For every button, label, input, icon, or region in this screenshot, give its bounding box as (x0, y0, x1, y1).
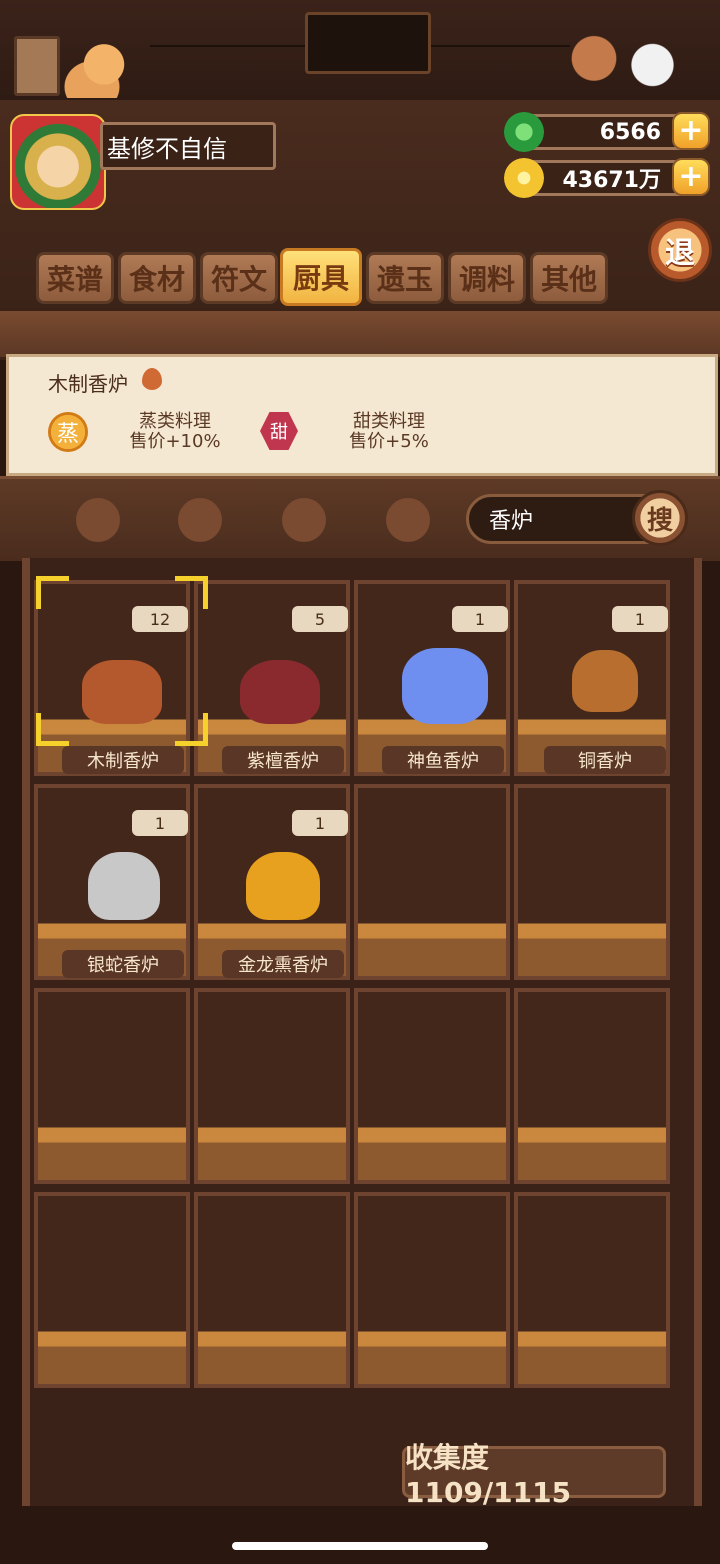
silver-snake-incense-burner-icon[interactable] (88, 852, 160, 920)
item-count: 1 (612, 606, 668, 632)
item-name: 木制香炉 (62, 746, 184, 774)
shelf-slot (34, 1192, 190, 1388)
rosewood-incense-burner-icon[interactable] (240, 660, 320, 724)
effect-bonus: 售价+5% (349, 431, 429, 452)
tab-others[interactable]: 其他 (530, 252, 608, 304)
hanging-scroll-icon (305, 12, 431, 74)
collection-progress: 收集度 1109/1115 (402, 1441, 666, 1509)
exit-button[interactable]: 退 (648, 218, 712, 282)
item-count: 1 (452, 606, 508, 632)
steam-effect: 蒸类料理 售价+10% (120, 412, 230, 452)
shelf-slot (354, 784, 510, 980)
effect-category: 蒸类料理 (139, 411, 211, 432)
copper-incense-burner-icon[interactable] (572, 650, 638, 712)
jade-icon (504, 112, 544, 152)
tab-recipes[interactable]: 菜谱 (36, 252, 114, 304)
effect-bonus: 售价+10% (129, 431, 221, 452)
coin-amount: 43671万 (562, 168, 661, 193)
pan-filter-icon[interactable] (282, 498, 326, 542)
shelf-slot (354, 988, 510, 1184)
shelf-slot (194, 1192, 350, 1388)
knife-filter-icon[interactable] (76, 498, 120, 542)
wooden-beam (0, 308, 720, 360)
flame-icon (142, 368, 162, 390)
tab-seasonings[interactable]: 调料 (448, 252, 526, 304)
steam-badge-icon: 蒸 (48, 412, 88, 452)
bag-filter-icon[interactable] (178, 498, 222, 542)
add-coins-button[interactable]: + (672, 158, 710, 196)
coin-icon (504, 158, 544, 198)
shelf-slot (354, 1192, 510, 1388)
player-name: 基修不自信 (100, 122, 276, 170)
item-count: 1 (292, 810, 348, 836)
flame-filter-icon[interactable] (386, 498, 430, 542)
item-detail-title: 木制香炉 (48, 372, 128, 396)
search-button[interactable]: 搜 (632, 490, 688, 546)
item-name: 神鱼香炉 (382, 746, 504, 774)
tab-cookware[interactable]: 厨具 (280, 248, 362, 306)
sweet-effect: 甜类料理 售价+5% (334, 412, 444, 452)
home-indicator[interactable] (232, 1542, 488, 1550)
item-name: 紫檀香炉 (222, 746, 344, 774)
shelf-slot (514, 1192, 670, 1388)
shelf-slot (194, 988, 350, 1184)
tab-relic-jade[interactable]: 遗玉 (366, 252, 444, 304)
item-name: 铜香炉 (544, 746, 666, 774)
item-count: 1 (132, 810, 188, 836)
wall-frame-icon (14, 36, 60, 96)
item-count: 5 (292, 606, 348, 632)
selection-frame (36, 576, 208, 746)
divine-fish-incense-burner-icon[interactable] (402, 648, 488, 724)
jade-amount: 6566 (599, 119, 661, 145)
tab-ingredients[interactable]: 食材 (118, 252, 196, 304)
item-name: 金龙熏香炉 (222, 950, 344, 978)
shelf-slot (514, 784, 670, 980)
shelf-slot (34, 988, 190, 1184)
player-avatar[interactable] (10, 114, 106, 210)
effect-category: 甜类料理 (353, 411, 425, 432)
characters-decoration-icon (555, 32, 685, 98)
add-jade-button[interactable]: + (672, 112, 710, 150)
golden-dragon-incense-burner-icon[interactable] (246, 852, 320, 920)
item-name: 银蛇香炉 (62, 950, 184, 978)
tab-runes[interactable]: 符文 (200, 252, 278, 304)
shelf-slot (514, 988, 670, 1184)
cat-mascot-icon (60, 42, 140, 98)
